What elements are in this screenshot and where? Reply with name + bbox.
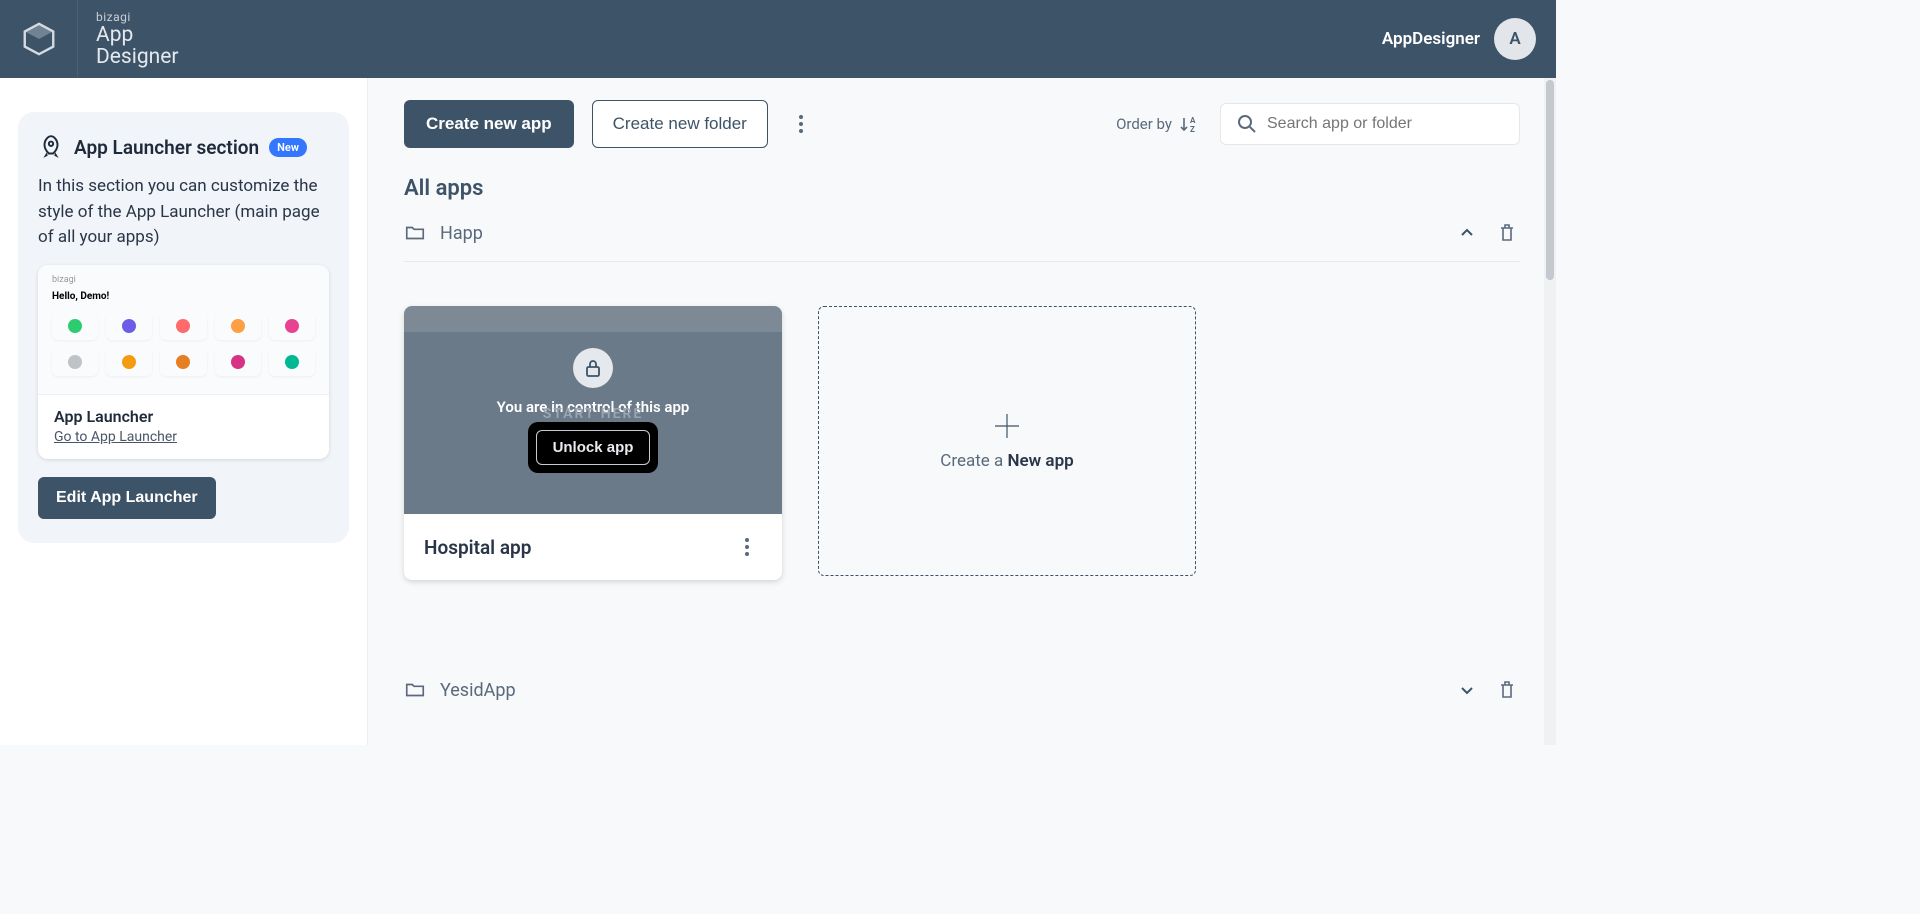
preview-tile — [269, 348, 315, 376]
preview-tile — [106, 312, 152, 340]
preview-tile — [215, 312, 261, 340]
new-app-text: Create a New app — [940, 451, 1073, 471]
user-name: AppDesigner — [1382, 29, 1480, 49]
app-launcher-preview: bizagi Hello, Demo! App Launcher Go to A… — [38, 265, 329, 459]
plus-icon — [992, 411, 1022, 441]
folder-icon — [404, 222, 426, 244]
app-card-name: Hospital app — [424, 536, 531, 559]
main-content: Create new app Create new folder Order b… — [368, 78, 1556, 745]
go-to-app-launcher-link[interactable]: Go to App Launcher — [54, 429, 177, 445]
toolbar: Create new app Create new folder Order b… — [404, 100, 1520, 148]
search-box[interactable] — [1220, 103, 1520, 145]
header: bizagi App Designer AppDesigner A — [0, 0, 1556, 78]
delete-folder-button[interactable] — [1494, 676, 1520, 704]
create-new-app-button[interactable]: Create new app — [404, 100, 574, 148]
unlock-app-button[interactable]: Unlock app — [536, 430, 651, 465]
unlock-highlight: Unlock app — [528, 422, 659, 473]
delete-folder-button[interactable] — [1494, 219, 1520, 247]
edit-app-launcher-button[interactable]: Edit App Launcher — [38, 477, 216, 519]
rocket-icon — [38, 134, 64, 160]
preview-footer-title: App Launcher — [54, 407, 313, 426]
svg-text:A: A — [1190, 116, 1196, 125]
folder-icon — [404, 679, 426, 701]
ghost-start-text: START HERE — [543, 406, 644, 422]
scrollbar-thumb[interactable] — [1546, 80, 1554, 280]
chevron-up-icon — [1458, 224, 1476, 242]
order-by-label: Order by — [1116, 115, 1172, 133]
user-block: AppDesigner A — [1382, 18, 1536, 60]
search-icon — [1237, 114, 1257, 134]
brand-line2: Designer — [96, 46, 179, 68]
app-card-more-button[interactable] — [732, 532, 762, 562]
new-app-prefix: Create a — [940, 451, 1007, 471]
brand-small: bizagi — [96, 10, 179, 24]
chevron-down-icon — [1458, 681, 1476, 699]
preview-tile — [106, 348, 152, 376]
brand-block: bizagi App Designer — [96, 10, 179, 68]
app-launcher-info-card: App Launcher section New In this section… — [18, 112, 349, 543]
trash-icon — [1498, 680, 1516, 700]
lock-icon — [583, 358, 603, 378]
preview-hello: Hello, Demo! — [52, 291, 315, 302]
trash-icon — [1498, 223, 1516, 243]
sort-az-icon: A Z — [1180, 115, 1202, 133]
folder-row-happ: Happ — [404, 219, 1520, 262]
preview-tile — [160, 348, 206, 376]
app-card-hospital: START HERE You are in control of this ap… — [404, 306, 782, 580]
all-apps-title: All apps — [404, 176, 1520, 201]
folder-name[interactable]: YesidApp — [440, 680, 1440, 701]
create-new-folder-button[interactable]: Create new folder — [592, 100, 768, 148]
brand-line1: App — [96, 24, 179, 46]
order-by-control[interactable]: Order by A Z — [1116, 115, 1202, 133]
info-card-title: App Launcher section — [74, 136, 259, 159]
lock-circle — [573, 348, 613, 388]
svg-text:Z: Z — [1190, 125, 1195, 133]
expand-folder-button[interactable] — [1454, 677, 1480, 703]
folder-name[interactable]: Happ — [440, 223, 1440, 244]
search-input[interactable] — [1267, 115, 1503, 133]
create-new-app-card[interactable]: Create a New app — [818, 306, 1196, 576]
app-card-preview: START HERE You are in control of this ap… — [404, 306, 782, 514]
preview-brand: bizagi — [52, 275, 315, 285]
folder-row-yesidapp: YesidApp — [404, 676, 1520, 718]
avatar[interactable]: A — [1494, 18, 1536, 60]
collapse-folder-button[interactable] — [1454, 220, 1480, 246]
sidebar: App Launcher section New In this section… — [0, 78, 368, 745]
preview-tile — [215, 348, 261, 376]
preview-tile — [160, 312, 206, 340]
hexagon-logo-icon — [20, 20, 58, 58]
preview-tile — [52, 348, 98, 376]
toolbar-more-button[interactable] — [786, 109, 816, 139]
preview-image: bizagi Hello, Demo! — [38, 265, 329, 395]
new-app-bold: New app — [1007, 451, 1073, 471]
logo-box — [0, 0, 78, 78]
preview-tile — [52, 312, 98, 340]
scrollbar[interactable] — [1544, 78, 1556, 745]
new-badge: New — [269, 138, 307, 157]
preview-tile — [269, 312, 315, 340]
info-card-description: In this section you can customize the st… — [38, 174, 329, 251]
